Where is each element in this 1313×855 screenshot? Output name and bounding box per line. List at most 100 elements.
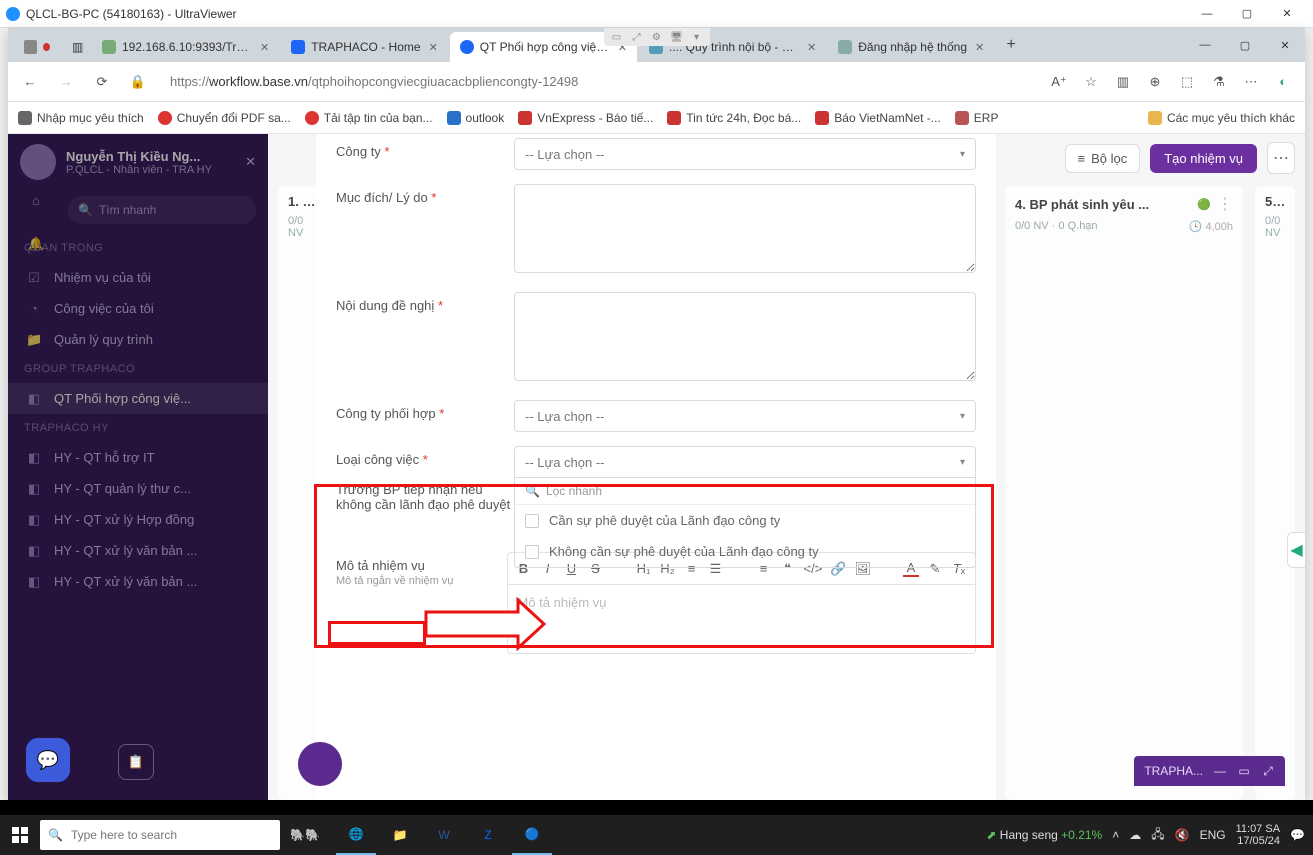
bookmark-icon bbox=[305, 111, 319, 125]
dropdown-option-need-approval[interactable]: Cần sự phê duyệt của Lãnh đạo công ty bbox=[515, 505, 975, 536]
remote-black-strip bbox=[0, 800, 1313, 815]
favorite-icon[interactable]: ☆ bbox=[1077, 68, 1105, 96]
more-button[interactable]: ⋯ bbox=[1267, 142, 1295, 174]
copilot-icon[interactable]: ◐ bbox=[1269, 68, 1297, 96]
bookmark-label: VnExpress - Báo tiế... bbox=[537, 111, 653, 125]
remote-minimize-icon[interactable]: — bbox=[1213, 764, 1227, 778]
tray-cloud-icon[interactable]: ☁ bbox=[1129, 828, 1141, 842]
work-type-dropdown: 🔍 Lọc nhanh Cần sự phê duyệt của Lãnh đạ… bbox=[514, 478, 976, 568]
kanban-col-5[interactable]: 5. Tr 0/0 NV bbox=[1255, 186, 1295, 800]
purpose-textarea[interactable] bbox=[514, 184, 976, 273]
tray-clock[interactable]: 11:07 SA 17/05/24 bbox=[1236, 823, 1280, 847]
tray-overflow-icon[interactable]: ˄ bbox=[1112, 828, 1119, 842]
dropdown-search[interactable]: 🔍 Lọc nhanh bbox=[515, 478, 975, 505]
remote-restore-icon[interactable]: ▭ bbox=[1237, 764, 1251, 778]
tray-notifications-icon[interactable]: 💬 bbox=[1290, 828, 1305, 842]
taskbar-search[interactable]: 🔍 Type here to search bbox=[40, 820, 280, 850]
edge-minimize-button[interactable]: — bbox=[1185, 28, 1225, 62]
kanban-col-time: 🕓4,00h bbox=[1189, 220, 1233, 233]
add-fab[interactable] bbox=[298, 742, 342, 786]
more-icon[interactable]: ⋯ bbox=[1237, 68, 1265, 96]
edge-tab-workspace[interactable] bbox=[14, 32, 60, 62]
bookmark-label: Các mục yêu thích khác bbox=[1167, 111, 1295, 125]
taskbar-app-ultraviewer[interactable]: 🔵 bbox=[512, 815, 552, 855]
checkbox[interactable] bbox=[525, 545, 539, 559]
uv-maximize-button[interactable]: ▢ bbox=[1227, 0, 1267, 28]
partner-company-select[interactable]: -- Lựa chọn -- ▾ bbox=[514, 400, 976, 432]
content-textarea[interactable] bbox=[514, 292, 976, 381]
bookmark-item[interactable]: ERP bbox=[955, 111, 999, 125]
read-aloud-icon[interactable]: A⁺ bbox=[1045, 68, 1073, 96]
uv-close-button[interactable]: ✕ bbox=[1267, 0, 1307, 28]
bookmark-item[interactable]: Chuyển đổi PDF sa... bbox=[158, 111, 291, 125]
work-type-select[interactable]: -- Lựa chọn -- ▾ bbox=[514, 446, 976, 478]
edge-newtab-button[interactable]: + bbox=[996, 28, 1026, 62]
edge-tab-vertical[interactable]: ▥ bbox=[62, 32, 90, 62]
rte-editor[interactable]: Mô tả nhiệm vụ bbox=[507, 584, 977, 654]
start-button[interactable] bbox=[0, 815, 40, 855]
tray-network-icon[interactable]: 🖧 bbox=[1151, 825, 1164, 846]
edge-tab-4[interactable]: Đăng nhập hệ thống ✕ bbox=[828, 32, 994, 62]
bookmark-item[interactable]: Tin tức 24h, Đọc bá... bbox=[667, 111, 801, 125]
workspace-icon bbox=[24, 40, 37, 54]
clipboard-fab[interactable]: 📋 bbox=[118, 744, 154, 780]
bookmark-item[interactable]: Nhập mục yêu thích bbox=[18, 111, 144, 125]
option-label: Cần sự phê duyệt của Lãnh đạo công ty bbox=[549, 513, 780, 528]
bookmark-label: outlook bbox=[466, 111, 505, 125]
edge-tab-0[interactable]: 192.168.6.10:9393/TraphacoH ✕ bbox=[92, 32, 279, 62]
col-menu-icon[interactable]: ⋮ bbox=[1217, 194, 1233, 214]
windows-taskbar: 🔍 Type here to search 🐘🐘 🌐 📁 W Z 🔵 ⬈ Han… bbox=[0, 815, 1313, 855]
tray-volume-icon[interactable]: 🔇 bbox=[1175, 828, 1190, 842]
bookmark-item[interactable]: Tải tập tin của bạn... bbox=[305, 111, 433, 125]
create-task-button[interactable]: Tạo nhiệm vụ bbox=[1150, 144, 1257, 173]
edge-maximize-button[interactable]: ▢ bbox=[1225, 28, 1265, 62]
ultraviewer-icon bbox=[6, 7, 20, 21]
bookmarks-other[interactable]: Các mục yêu thích khác bbox=[1148, 111, 1295, 125]
taskbar-search-placeholder: Type here to search bbox=[71, 828, 177, 842]
bookmark-item[interactable]: VnExpress - Báo tiế... bbox=[518, 111, 653, 125]
tray-lang[interactable]: ENG bbox=[1200, 828, 1226, 842]
nav-back-button[interactable]: ← bbox=[16, 68, 44, 96]
collapse-panel-tab[interactable]: ◀ bbox=[1287, 532, 1305, 568]
checkbox[interactable] bbox=[525, 514, 539, 528]
uv-minimize-button[interactable]: — bbox=[1187, 0, 1227, 28]
company-select[interactable]: -- Lựa chọn -- ▾ bbox=[514, 138, 976, 170]
remote-label: TRAPHA... bbox=[1144, 764, 1203, 778]
remote-session-bar[interactable]: TRAPHA... — ▭ ⤢ bbox=[1134, 756, 1285, 786]
edge-close-button[interactable]: ✕ bbox=[1265, 28, 1305, 62]
remote-expand-icon[interactable]: ⤢ bbox=[1261, 764, 1275, 779]
taskbar-app-word[interactable]: W bbox=[424, 815, 464, 855]
taskbar-app-zalo[interactable]: Z bbox=[468, 815, 508, 855]
kanban-col-4[interactable]: 4. BP phát sinh yêu ... 🟢 ⋮ 0/0 NV · 0 Q… bbox=[1005, 186, 1243, 800]
tab-close-icon[interactable]: ✕ bbox=[975, 41, 984, 54]
collections-icon[interactable]: ⊕ bbox=[1141, 68, 1169, 96]
split-screen-icon[interactable]: ▥ bbox=[1109, 68, 1137, 96]
uv-mini-toolbar[interactable]: ▭⤢⚙🖥▾ bbox=[604, 28, 710, 46]
tab-close-icon[interactable]: ✕ bbox=[807, 41, 816, 54]
filter-label: Bộ lọc bbox=[1091, 151, 1127, 166]
dropdown-option-no-approval[interactable]: Không cần sự phê duyệt của Lãnh đạo công… bbox=[515, 536, 975, 567]
tray-stock[interactable]: ⬈ Hang seng +0.21% bbox=[986, 828, 1102, 842]
extensions-icon[interactable]: ⬚ bbox=[1173, 68, 1201, 96]
edge-tab-1[interactable]: TRAPHACO - Home ✕ bbox=[281, 32, 448, 62]
bookmark-item[interactable]: Báo VietNamNet -... bbox=[815, 111, 941, 125]
bookmark-item[interactable]: outlook bbox=[447, 111, 505, 125]
taskbar-app-explorer[interactable]: 📁 bbox=[380, 815, 420, 855]
bookmark-icon bbox=[158, 111, 172, 125]
taskbar-app-edge[interactable]: 🌐 bbox=[336, 815, 376, 855]
select-placeholder: -- Lựa chọn -- bbox=[525, 455, 605, 470]
ultraviewer-titlebar: QLCL-BG-PC (54180163) - UltraViewer — ▢ … bbox=[0, 0, 1313, 28]
site-info-icon[interactable]: 🔒 bbox=[124, 68, 152, 96]
tab-close-icon[interactable]: ✕ bbox=[429, 41, 438, 54]
bookmarks-bar: Nhập mục yêu thích Chuyển đổi PDF sa... … bbox=[8, 102, 1305, 134]
tab-close-icon[interactable]: ✕ bbox=[260, 41, 269, 54]
bookmark-icon bbox=[955, 111, 969, 125]
taskbar-news-icon[interactable]: 🐘🐘 bbox=[280, 828, 330, 842]
filter-button[interactable]: ≡Bộ lọc bbox=[1065, 144, 1141, 173]
url-host: workflow.base.vn bbox=[209, 74, 308, 89]
chat-fab[interactable]: 💬 bbox=[26, 738, 70, 782]
browser-essentials-icon[interactable]: ⚗ bbox=[1205, 68, 1233, 96]
address-bar[interactable]: https://workflow.base.vn/qtphoihopcongvi… bbox=[160, 74, 1037, 89]
nav-refresh-button[interactable]: ⟳ bbox=[88, 68, 116, 96]
tab-title: 192.168.6.10:9393/TraphacoH bbox=[122, 40, 252, 54]
